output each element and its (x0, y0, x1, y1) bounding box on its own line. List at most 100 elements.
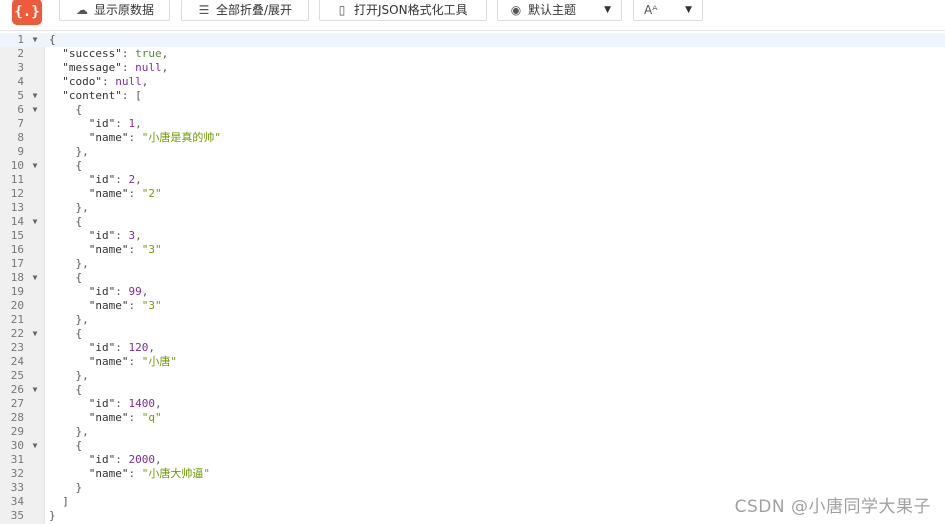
line-number: 2 (17, 47, 24, 60)
code-token: , (154, 453, 162, 466)
code-line[interactable]: 12 "name": "2" (0, 187, 945, 201)
code-text: }, (49, 369, 88, 383)
font-size-select[interactable]: Aᴬ ▼ (633, 0, 703, 21)
code-text: } (49, 481, 82, 495)
code-line[interactable]: 24 "name": "小唐" (0, 355, 945, 369)
code-line[interactable]: 30 ▼ { (0, 439, 945, 453)
code-line[interactable]: 23 "id": 120, (0, 341, 945, 355)
code-line[interactable]: 4 "codo": null, (0, 75, 945, 89)
chevron-down-icon: ▼ (604, 5, 611, 15)
code-line[interactable]: 8 "name": "小唐是真的帅" (0, 131, 945, 145)
code-text: "success": true, (49, 47, 168, 61)
code-token: "小唐大帅逼" (141, 467, 210, 480)
show-raw-data-button[interactable]: ☁ 显示原数据 (59, 0, 170, 21)
code-line[interactable]: 31 "id": 2000, (0, 453, 945, 467)
code-token: } (49, 509, 56, 522)
code-token: : (128, 187, 142, 200)
code-line[interactable]: 9 }, (0, 145, 945, 159)
code-token: , (161, 47, 169, 60)
line-number: 5 (17, 89, 24, 102)
open-json-formatter-button[interactable]: ▯ 打开JSON格式化工具 (319, 0, 487, 21)
collapse-expand-all-label: 全部折叠/展开 (216, 3, 293, 17)
cloud-icon: ☁ (76, 3, 88, 17)
code-line[interactable]: 19 "id": 99, (0, 285, 945, 299)
fold-toggle-icon[interactable]: ▼ (30, 271, 40, 285)
code-line[interactable]: 13 }, (0, 201, 945, 215)
code-line[interactable]: 20 "name": "3" (0, 299, 945, 313)
code-line[interactable]: 7 "id": 1, (0, 117, 945, 131)
code-token: 2000 (128, 453, 155, 466)
line-number: 29 (10, 425, 24, 438)
code-token: : (128, 467, 142, 480)
line-number: 24 (10, 355, 24, 368)
line-number: 11 (10, 173, 24, 186)
code-text: { (49, 327, 82, 341)
code-line[interactable]: 14 ▼ { (0, 215, 945, 229)
code-token: "name" (49, 243, 129, 256)
json-logo-icon: {.} (12, 0, 42, 25)
code-line[interactable]: 22 ▼ { (0, 327, 945, 341)
line-number: 23 (10, 341, 24, 354)
collapse-expand-all-button[interactable]: ☰ 全部折叠/展开 (181, 0, 309, 21)
watermark: CSDN @小唐同学大果子 (734, 497, 931, 517)
code-text: "name": "3" (49, 243, 162, 257)
code-line[interactable]: 11 "id": 2, (0, 173, 945, 187)
line-number: 3 (17, 61, 24, 74)
code-line[interactable]: 5 ▼ "content": [ (0, 89, 945, 103)
code-token: "name" (49, 131, 129, 144)
fold-toggle-icon[interactable]: ▼ (30, 33, 40, 47)
code-token: { (49, 271, 83, 284)
code-line[interactable]: 27 "id": 1400, (0, 397, 945, 411)
fold-toggle-icon[interactable]: ▼ (30, 383, 40, 397)
code-text: "id": 1, (49, 117, 142, 131)
fold-toggle-icon[interactable]: ▼ (30, 327, 40, 341)
code-line[interactable]: 26 ▼ { (0, 383, 945, 397)
line-number: 7 (17, 117, 24, 130)
code-text: ] (49, 495, 69, 509)
code-line[interactable]: 28 "name": "q" (0, 411, 945, 425)
code-line[interactable]: 21 }, (0, 313, 945, 327)
code-token: , (135, 229, 142, 242)
code-token: { (49, 439, 83, 452)
code-token: { (49, 215, 83, 228)
code-text: "id": 2, (49, 173, 142, 187)
fold-toggle-icon[interactable]: ▼ (30, 439, 40, 453)
code-token: }, (49, 201, 89, 214)
code-line[interactable]: 32 "name": "小唐大帅逼" (0, 467, 945, 481)
code-token: , (161, 61, 169, 74)
line-number: 26 (10, 383, 24, 396)
theme-select[interactable]: ◉ 默认主题 ▼ (497, 0, 622, 21)
code-token: "name" (49, 467, 129, 480)
code-line[interactable]: 29 }, (0, 425, 945, 439)
code-token: : (128, 243, 142, 256)
fold-toggle-icon[interactable]: ▼ (30, 159, 40, 173)
code-text: { (49, 33, 56, 47)
code-token: : (128, 131, 142, 144)
code-line[interactable]: 16 "name": "3" (0, 243, 945, 257)
code-token: 120 (128, 341, 149, 354)
code-line[interactable]: 6 ▼ { (0, 103, 945, 117)
code-line[interactable]: 2 "success": true, (0, 47, 945, 61)
code-line[interactable]: 3 "message": null, (0, 61, 945, 75)
code-line[interactable]: 15 "id": 3, (0, 229, 945, 243)
code-line[interactable]: 18 ▼ { (0, 271, 945, 285)
code-line[interactable]: 1 ▼ { (0, 33, 945, 47)
fold-toggle-icon[interactable]: ▼ (30, 215, 40, 229)
code-text: }, (49, 425, 88, 439)
code-text: { (49, 271, 82, 285)
fold-toggle-icon[interactable]: ▼ (30, 89, 40, 103)
code-line[interactable]: 10 ▼ { (0, 159, 945, 173)
code-text: } (49, 509, 56, 523)
code-token: : (115, 397, 129, 410)
code-line[interactable]: 25 }, (0, 369, 945, 383)
line-number: 16 (10, 243, 24, 256)
code-token: "name" (49, 299, 129, 312)
code-token: "name" (49, 411, 129, 424)
code-text: "content": [ (49, 89, 142, 103)
code-token: 99 (128, 285, 142, 298)
line-number: 27 (10, 397, 24, 410)
json-editor[interactable]: 1 ▼{2 "success": true, 3 "message": null, 4… (0, 33, 945, 524)
code-line[interactable]: 17 }, (0, 257, 945, 271)
code-text: { (49, 103, 82, 117)
fold-toggle-icon[interactable]: ▼ (30, 103, 40, 117)
